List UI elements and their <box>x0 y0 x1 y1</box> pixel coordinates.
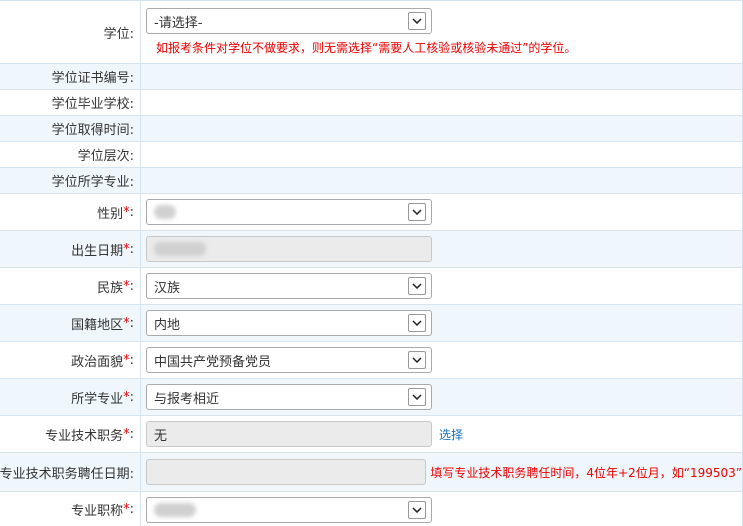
degree-select[interactable]: -请选择- <box>146 8 432 34</box>
ethnicity-select[interactable]: 汉族 <box>146 273 432 299</box>
tech-title-date-hint: 填写专业技术职务聘任时间，4位年+2位月，如“199503” <box>430 465 742 480</box>
degree-row: 学位: -请选择- 如报考条件对学位不做要求，则无需选择“需要人工核验或核验未通… <box>0 1 742 64</box>
pro-title-select[interactable] <box>146 496 432 523</box>
degree-level-label: 学位层次: <box>0 142 141 167</box>
gender-label: 性别 <box>97 206 124 222</box>
select-tech-title-link[interactable]: 选择 <box>439 426 463 443</box>
gender-select[interactable] <box>146 199 432 225</box>
chevron-down-icon <box>408 277 426 295</box>
political-status-select[interactable]: 中国共产党预备党员 <box>146 347 432 373</box>
chevron-down-icon <box>408 203 426 221</box>
info-row: 学位证书编号: <box>0 64 742 90</box>
tech-title-date-row: 专业技术职务聘任日期: 填写专业技术职务聘任时间，4位年+2位月，如“19950… <box>0 453 742 492</box>
chevron-down-icon <box>408 351 426 369</box>
degree-hint: 如报考条件对学位不做要求，则无需选择“需要人工核验或核验未通过”的学位。 <box>156 41 577 55</box>
tech-title-label: 专业技术职务 <box>45 428 124 444</box>
ethnicity-row: 民族 *: 汉族 <box>0 268 742 305</box>
chevron-down-icon <box>408 314 426 332</box>
redacted-value <box>154 502 196 517</box>
chevron-down-icon <box>408 388 426 406</box>
degree-level-value <box>141 142 742 167</box>
degree-date-value <box>141 116 742 141</box>
political-status-label: 政治面貌 <box>71 354 124 370</box>
info-row: 学位所学专业: <box>0 168 742 194</box>
degree-school-value <box>141 90 742 115</box>
region-row: 国籍地区 *: 内地 <box>0 305 742 342</box>
chevron-down-icon <box>408 12 426 30</box>
pro-title-label: 专业职称 <box>71 504 124 519</box>
major-value: 与报考相近 <box>154 391 220 407</box>
tech-title-value: 无 <box>154 428 168 444</box>
tech-title-date-field[interactable] <box>146 459 427 485</box>
degree-major-label: 学位所学专业: <box>0 168 141 193</box>
birth-date-row: 出生日期 *: <box>0 231 742 268</box>
ethnicity-value: 汉族 <box>154 280 181 296</box>
registration-form: 学位: -请选择- 如报考条件对学位不做要求，则无需选择“需要人工核验或核验未通… <box>0 0 743 526</box>
ethnicity-label: 民族 <box>97 280 124 296</box>
major-label: 所学专业 <box>71 391 124 407</box>
gender-row: 性别 *: <box>0 194 742 231</box>
tech-title-field[interactable]: 无 <box>146 421 432 447</box>
political-status-row: 政治面貌 *: 中国共产党预备党员 <box>0 342 742 379</box>
pro-title-row: 专业职称 *: <box>0 492 742 526</box>
degree-major-value <box>141 168 742 193</box>
major-select[interactable]: 与报考相近 <box>146 384 432 410</box>
tech-title-row: 专业技术职务 *: 无 选择 <box>0 416 742 453</box>
degree-date-label: 学位取得时间: <box>0 116 141 141</box>
region-select[interactable]: 内地 <box>146 310 432 336</box>
degree-label: 学位: <box>0 1 141 63</box>
birth-date-label: 出生日期 <box>71 243 124 259</box>
major-row: 所学专业 *: 与报考相近 <box>0 379 742 416</box>
degree-select-value: -请选择- <box>154 15 203 31</box>
info-row: 学位层次: <box>0 142 742 168</box>
info-row: 学位毕业学校: <box>0 90 742 116</box>
info-row: 学位取得时间: <box>0 116 742 142</box>
redacted-value <box>154 242 206 256</box>
degree-cert-number-value <box>141 64 742 89</box>
political-status-value: 中国共产党预备党员 <box>154 354 272 370</box>
degree-school-label: 学位毕业学校: <box>0 90 141 115</box>
redacted-value <box>154 205 176 219</box>
degree-cert-number-label: 学位证书编号: <box>0 64 141 89</box>
region-label: 国籍地区 <box>71 317 124 333</box>
chevron-down-icon <box>408 500 426 519</box>
region-value: 内地 <box>154 317 181 333</box>
birth-date-field[interactable] <box>146 236 432 262</box>
tech-title-date-label: 专业技术职务聘任日期: <box>0 453 141 491</box>
